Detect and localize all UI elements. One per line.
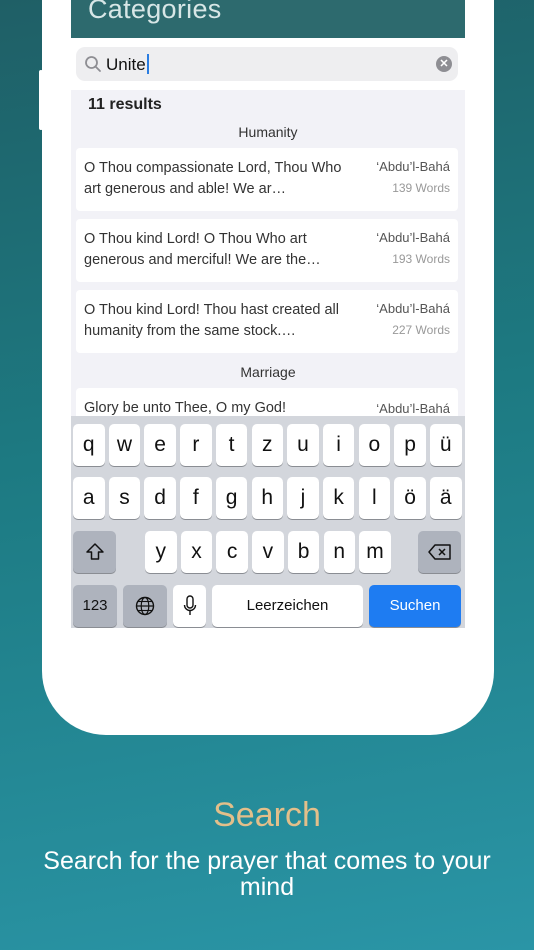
key-m[interactable]: m [359, 531, 391, 573]
search-key[interactable]: Suchen [369, 585, 461, 627]
backspace-icon [427, 544, 451, 560]
key-v[interactable]: v [252, 531, 284, 573]
prayer-author: ‘Abdu’l-Bahá [376, 230, 450, 245]
key-l[interactable]: l [358, 477, 391, 519]
key-g[interactable]: g [215, 477, 248, 519]
key-d[interactable]: d [144, 477, 176, 519]
backspace-key[interactable] [418, 531, 461, 573]
key-t[interactable]: t [215, 424, 248, 466]
prayer-list-item[interactable]: O Thou kind Lord! O Thou Who art generou… [76, 219, 458, 282]
numbers-key[interactable]: 123 [73, 585, 117, 627]
key-n[interactable]: n [323, 531, 355, 573]
key-u[interactable]: u [287, 424, 319, 466]
navigation-bar: Categories [71, 0, 465, 38]
prayer-excerpt: O Thou kind Lord! O Thou Who art generou… [84, 231, 321, 268]
key-r[interactable]: r [180, 424, 212, 466]
search-bar: Unite ✕ [71, 38, 465, 90]
prayer-author: ‘Abdu’l-Bahá [376, 159, 450, 174]
microphone-icon [183, 595, 196, 615]
key-a[interactable]: a [73, 477, 105, 519]
prayer-excerpt: O Thou compassionate Lord, Thou Who art … [84, 160, 342, 197]
caption-title: Search [213, 796, 321, 834]
search-input[interactable]: Unite ✕ [76, 47, 458, 81]
key-h[interactable]: h [251, 477, 283, 519]
prayer-word-count: 227 Words [392, 323, 450, 337]
section-header-marriage: Marriage [240, 364, 296, 380]
globe-key[interactable] [123, 585, 167, 627]
microphone-key[interactable] [173, 585, 206, 627]
key-q[interactable]: q [73, 424, 105, 466]
key-c[interactable]: c [216, 531, 248, 573]
clear-search-icon[interactable]: ✕ [436, 56, 452, 72]
section-header-humanity: Humanity [238, 124, 298, 140]
search-input-text: Unite [106, 54, 149, 75]
caption-subtitle: Search for the prayer that comes to your… [43, 847, 491, 901]
key-i[interactable]: i [322, 424, 355, 466]
prayer-word-count: 139 Words [392, 181, 450, 195]
prayer-excerpt: O Thou kind Lord! Thou hast created all … [84, 302, 339, 339]
prayer-list-item[interactable]: O Thou compassionate Lord, Thou Who art … [76, 148, 458, 211]
key-s[interactable]: s [108, 477, 141, 519]
key-y[interactable]: y [145, 531, 177, 573]
key-x[interactable]: x [180, 531, 213, 573]
key-b[interactable]: b [287, 531, 320, 573]
globe-icon [135, 596, 155, 616]
key-e[interactable]: e [144, 424, 176, 466]
shift-icon [85, 543, 104, 560]
key-ä[interactable]: ä [430, 477, 462, 519]
key-f[interactable]: f [180, 477, 212, 519]
prayer-word-count: 193 Words [392, 252, 450, 266]
key-o[interactable]: o [358, 424, 391, 466]
key-ö[interactable]: ö [394, 477, 426, 519]
prayer-list-item[interactable]: O Thou kind Lord! Thou hast created all … [76, 290, 458, 353]
key-k[interactable]: k [322, 477, 355, 519]
app-screen: Categories Unite ✕ 11 results Humanity O… [71, 0, 465, 628]
search-icon [85, 56, 101, 72]
prayer-author: ‘Abdu’l-Bahá [376, 401, 450, 416]
key-j[interactable]: j [287, 477, 319, 519]
key-p[interactable]: p [394, 424, 426, 466]
shift-key[interactable] [73, 531, 116, 573]
results-count: 11 results [88, 96, 162, 113]
phone-side-button [39, 70, 43, 130]
key-w[interactable]: w [108, 424, 141, 466]
key-z[interactable]: z [251, 424, 283, 466]
prayer-author: ‘Abdu’l-Bahá [376, 301, 450, 316]
space-key[interactable]: Leerzeichen [212, 585, 363, 627]
on-screen-keyboard: qwertzuiopü asdfghjklöä yxcvbnm 123 Leer… [71, 416, 465, 628]
key-ü[interactable]: ü [430, 424, 462, 466]
page-title: Categories [88, 0, 222, 24]
